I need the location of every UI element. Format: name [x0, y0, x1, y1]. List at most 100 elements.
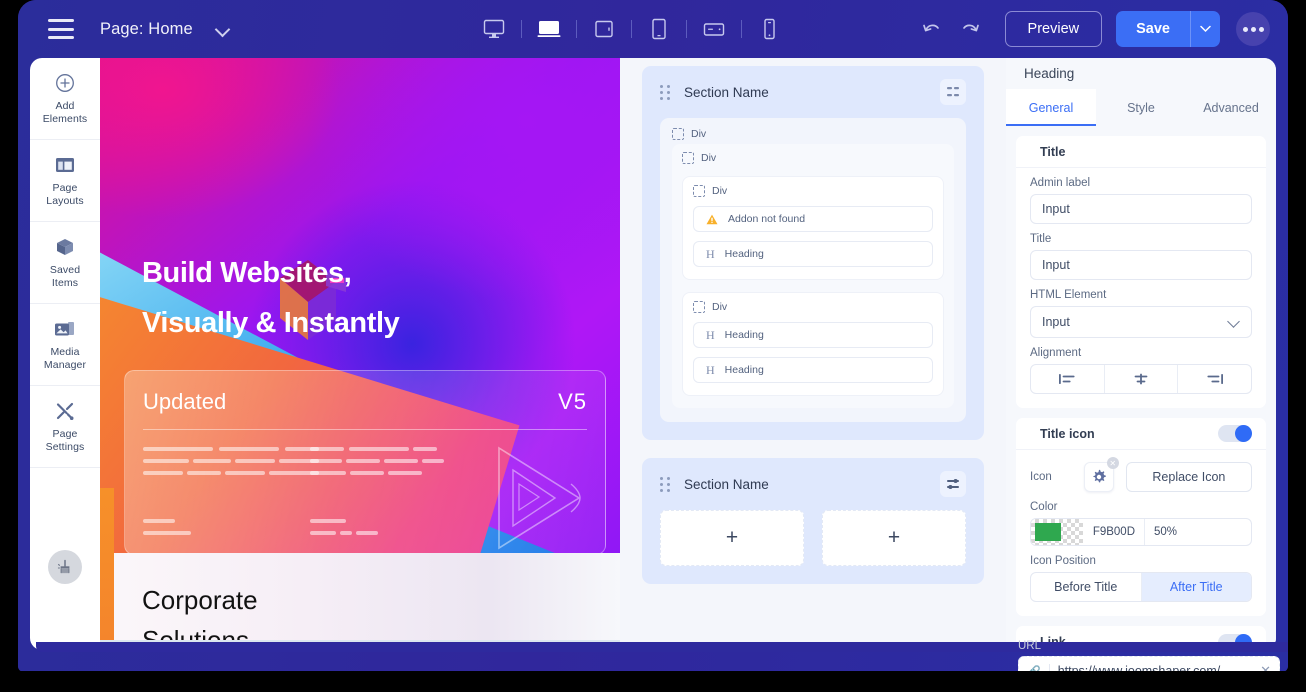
replace-icon-button[interactable]: Replace Icon — [1125, 462, 1252, 493]
align-left-button[interactable] — [1031, 365, 1105, 394]
device-laptop-button[interactable] — [528, 9, 570, 49]
color-hex-input[interactable]: F9B00D — [1083, 519, 1145, 546]
title-icon-toggle[interactable] — [1218, 425, 1252, 443]
device-mobile-landscape-button[interactable] — [693, 9, 735, 49]
preview-button[interactable]: Preview — [1004, 11, 1103, 47]
title-input[interactable]: Input — [1030, 250, 1252, 281]
color-swatch[interactable] — [1031, 519, 1083, 546]
group-title-header[interactable]: Title — [1016, 136, 1266, 169]
device-tablet-portrait-button[interactable] — [638, 9, 680, 49]
save-button-group: Save — [1116, 11, 1220, 47]
field-label: Color — [1030, 501, 1058, 514]
field-label: Icon — [1030, 471, 1052, 484]
redo-button[interactable] — [951, 9, 991, 49]
device-mobile-portrait-button[interactable] — [748, 9, 790, 49]
section-header: Section Name — [642, 66, 984, 118]
inspector-tabs: General Style Advanced — [1006, 89, 1276, 127]
div-level-1[interactable]: Div Div Div Addon not found H Heading Di… — [660, 118, 966, 422]
group-label: Title icon — [1040, 426, 1095, 441]
admin-label-input[interactable]: Input — [1030, 194, 1252, 225]
decorative-orange-strip — [100, 488, 114, 650]
section-card[interactable]: Section Name + + — [642, 458, 984, 584]
remove-x-icon[interactable]: ✕ — [1106, 457, 1119, 470]
heading-row[interactable]: H Heading — [693, 322, 933, 348]
device-tablet-landscape-button[interactable] — [583, 9, 625, 49]
div-level-2[interactable]: Div Div Addon not found H Heading Div H … — [672, 144, 954, 408]
align-center-button[interactable] — [1105, 365, 1179, 394]
color-picker-row: F9B00D 50% — [1030, 518, 1252, 547]
clean-page-button[interactable] — [48, 550, 82, 584]
hero-heading-line-2: Visually & Instantly — [142, 307, 400, 339]
section-settings-icon — [947, 87, 959, 97]
updated-card: Updated V5 — [124, 370, 606, 555]
dashed-box-icon — [682, 152, 694, 164]
add-column-button[interactable]: + — [822, 510, 966, 566]
color-opacity-input[interactable]: 50% — [1145, 526, 1177, 538]
div-level-3[interactable]: Div Addon not found H Heading — [682, 176, 944, 280]
page-chevron-down-icon[interactable] — [215, 21, 231, 37]
section-name: Section Name — [684, 84, 769, 100]
tools-wrench-screwdriver-icon — [55, 400, 75, 422]
tab-advanced[interactable]: Advanced — [1186, 89, 1276, 126]
section-card[interactable]: Section Name Div Div Div Addon not found… — [642, 66, 984, 440]
row-label: Heading — [724, 364, 764, 376]
tab-general[interactable]: General — [1006, 89, 1096, 127]
left-sidebar: Add Elements Page Layouts Saved Items Me… — [30, 58, 100, 650]
undo-button[interactable] — [911, 9, 951, 49]
sidebar-item-label: Page Settings — [45, 428, 85, 453]
redo-arrow-icon — [962, 24, 979, 32]
top-actions: Preview Save — [911, 0, 1270, 58]
mobile-portrait-icon — [764, 18, 775, 40]
save-dropdown-button[interactable] — [1190, 11, 1220, 47]
divider — [143, 429, 587, 430]
group-label: Title — [1040, 144, 1066, 159]
broom-clean-icon — [57, 559, 70, 574]
page-canvas[interactable]: Build Websites, Visually & Instantly Upd… — [100, 58, 620, 650]
select-value: Input — [1042, 315, 1070, 330]
drag-grip-icon[interactable] — [660, 477, 670, 492]
heading-row[interactable]: H Heading — [693, 241, 933, 267]
dashed-box-icon — [693, 301, 705, 313]
app-root: Page: Home Preview Save Add Elements Pag… — [0, 0, 1306, 691]
icon-preview-button[interactable]: ✕ — [1083, 457, 1119, 493]
sidebar-item-media-manager[interactable]: Media Manager — [30, 304, 100, 386]
workspace: Add Elements Page Layouts Saved Items Me… — [30, 58, 1276, 650]
save-button[interactable]: Save — [1116, 11, 1190, 47]
tab-style[interactable]: Style — [1096, 89, 1186, 126]
align-right-button[interactable] — [1178, 365, 1251, 393]
box-cube-icon — [55, 236, 75, 258]
section-settings-icon — [947, 479, 959, 489]
icon-position-after-title-button[interactable]: After Title — [1141, 573, 1251, 602]
sidebar-item-add-elements[interactable]: Add Elements — [30, 58, 100, 140]
section-settings-button[interactable] — [940, 471, 966, 497]
heading-row[interactable]: H Heading — [693, 357, 933, 383]
drag-grip-icon[interactable] — [660, 85, 670, 100]
group-title-icon-header[interactable]: Title icon — [1016, 418, 1266, 451]
more-options-button[interactable] — [1236, 12, 1270, 46]
sidebar-item-page-layouts[interactable]: Page Layouts — [30, 140, 100, 222]
hamburger-icon[interactable] — [48, 19, 74, 39]
sidebar-item-page-settings[interactable]: Page Settings — [30, 386, 100, 468]
align-center-icon — [1134, 373, 1148, 385]
html-element-select[interactable]: Input — [1030, 306, 1252, 339]
addon-not-found-row[interactable]: Addon not found — [693, 206, 933, 232]
align-right-icon — [1207, 374, 1223, 385]
tablet-landscape-icon — [595, 20, 613, 38]
sidebar-item-saved-items[interactable]: Saved Items — [30, 222, 100, 304]
field-admin-label: Admin label Input — [1016, 168, 1266, 225]
inspector-panel: Heading General Style Advanced Title Adm… — [1006, 58, 1276, 650]
section-settings-button[interactable] — [940, 79, 966, 105]
top-toolbar: Page: Home Preview Save — [18, 0, 1288, 58]
structure-panel: Section Name Div Div Div Addon not found… — [620, 58, 1006, 650]
field-icon: Icon ✕ Replace Icon — [1016, 450, 1266, 493]
field-icon-position: Icon Position Before Title After Title — [1016, 546, 1266, 616]
divider — [741, 20, 742, 38]
add-column-button[interactable]: + — [660, 510, 804, 566]
layout-panels-icon — [55, 154, 75, 176]
device-desktop-button[interactable] — [473, 9, 515, 49]
divider — [521, 20, 522, 38]
icon-position-before-title-button[interactable]: Before Title — [1031, 573, 1142, 602]
section-header: Section Name — [642, 458, 984, 510]
div-tag: Div — [682, 152, 944, 164]
div-level-3[interactable]: Div H Heading H Heading — [682, 292, 944, 396]
